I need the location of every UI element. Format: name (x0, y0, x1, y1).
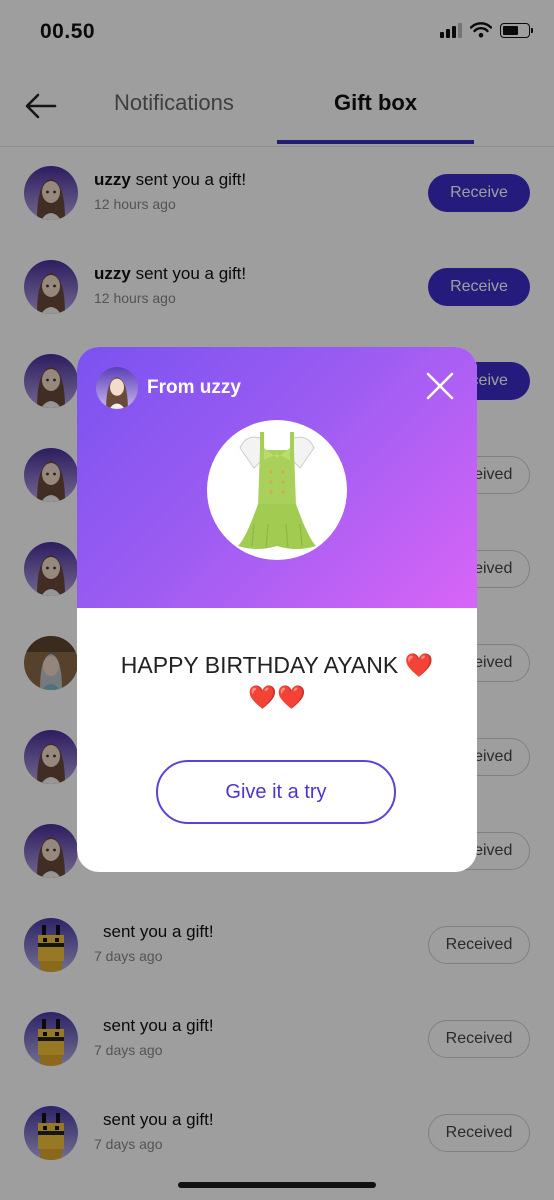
home-indicator (178, 1182, 376, 1188)
gift-message: HAPPY BIRTHDAY AYANK ❤️ ❤️❤️ (97, 649, 457, 713)
give-it-a-try-button[interactable]: Give it a try (156, 760, 396, 824)
gift-modal: From uzzy HAPPY BIRTHDAY AYANK ❤️ ❤️❤️ G… (77, 347, 477, 872)
close-icon[interactable] (425, 371, 455, 401)
sender-avatar (96, 367, 138, 409)
gift-message-line-2: ❤️❤️ (248, 684, 306, 710)
dress-icon (238, 431, 316, 549)
gift-preview (207, 420, 347, 560)
gift-sender-label: From uzzy (147, 377, 241, 398)
gift-modal-header: From uzzy (77, 347, 477, 608)
gift-message-line-1: HAPPY BIRTHDAY AYANK ❤️ (120, 652, 434, 678)
